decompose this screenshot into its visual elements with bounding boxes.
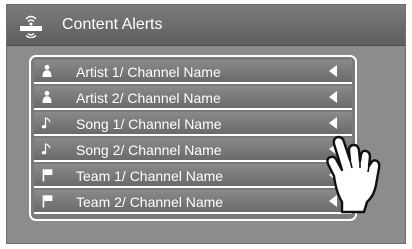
artist-icon: [39, 88, 55, 106]
chevron-left-icon[interactable]: [328, 65, 338, 77]
swipe-hand-icon: [326, 135, 381, 214]
team-flag-icon: [39, 166, 55, 184]
alert-item-label: Team 1/ Channel Name: [76, 168, 224, 184]
artist-icon: [39, 62, 55, 80]
alert-item-label: Team 2/ Channel Name: [76, 194, 224, 210]
page-title: Content Alerts: [62, 16, 163, 33]
alert-item-team-2[interactable]: Team 2/ Channel Name: [34, 190, 352, 214]
music-note-icon: [39, 140, 55, 158]
alert-item-label: Artist 1/ Channel Name: [76, 64, 221, 80]
title-bar: Content Alerts: [7, 5, 405, 46]
alert-item-label: Artist 2/ Channel Name: [76, 90, 221, 106]
music-note-icon: [39, 114, 55, 132]
alert-item-label: Song 2/ Channel Name: [76, 142, 222, 158]
content-alerts-list: Artist 1/ Channel Name Artist 2/ Channel…: [29, 55, 357, 221]
chevron-left-icon[interactable]: [328, 91, 338, 103]
alert-item-team-1[interactable]: Team 1/ Channel Name: [34, 164, 352, 188]
alert-item-artist-2[interactable]: Artist 2/ Channel Name: [34, 86, 352, 110]
siriusxm-logo-icon: [20, 15, 42, 38]
chevron-left-icon[interactable]: [328, 117, 338, 129]
alert-item-artist-1[interactable]: Artist 1/ Channel Name: [34, 60, 352, 84]
alert-item-song-2[interactable]: Song 2/ Channel Name: [34, 138, 352, 162]
alert-item-song-1[interactable]: Song 1/ Channel Name: [34, 112, 352, 136]
alert-item-label: Song 1/ Channel Name: [76, 116, 222, 132]
team-flag-icon: [39, 192, 55, 210]
